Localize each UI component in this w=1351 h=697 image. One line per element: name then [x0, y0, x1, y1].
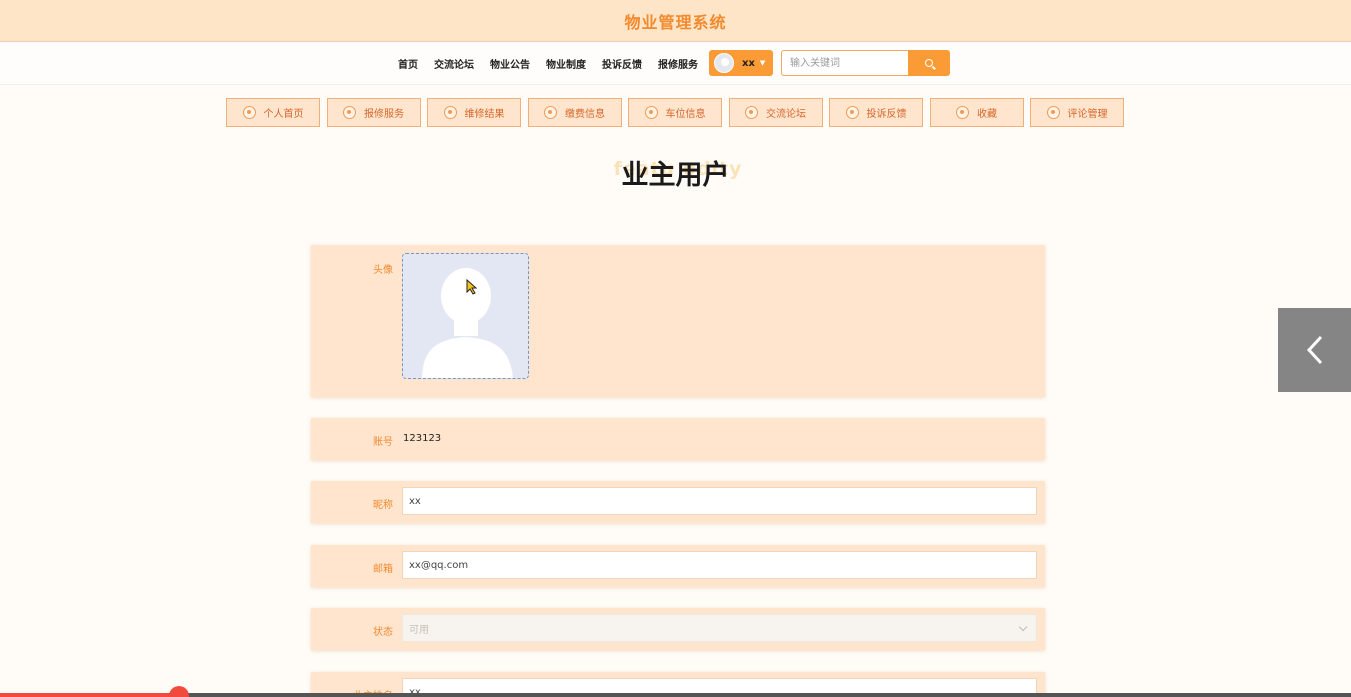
circle-badge-icon: [644, 106, 658, 119]
subnav-label: 报修服务: [364, 109, 404, 120]
nav-link-rules[interactable]: 物业制度: [546, 56, 586, 71]
app-title: 物业管理系统: [624, 12, 727, 32]
subnav-label: 交流论坛: [766, 109, 806, 120]
subnav-item-repair[interactable]: 报修服务: [326, 98, 421, 127]
subnav-item-repair-result[interactable]: 维修结果: [427, 98, 521, 127]
circle-badge-icon: [845, 106, 859, 119]
mouse-cursor-icon: [466, 279, 478, 295]
circle-badge-icon: [745, 106, 758, 119]
search-input[interactable]: [781, 50, 909, 76]
avatar-upload[interactable]: [402, 253, 529, 379]
circle-badge-icon: [443, 106, 457, 119]
user-menu-button[interactable]: xx ▼: [709, 50, 773, 76]
subnav-item-complaint[interactable]: 投诉反馈: [829, 98, 923, 127]
nav-link-home[interactable]: 首页: [398, 56, 418, 71]
user-avatar-icon: [714, 53, 734, 73]
subnav-item-favorites[interactable]: 收藏: [929, 98, 1024, 127]
search-button[interactable]: [908, 50, 950, 76]
search-icon: [925, 59, 933, 67]
subnav-item-comments[interactable]: 评论管理: [1030, 98, 1124, 127]
subnav-item-parking[interactable]: 车位信息: [628, 98, 722, 127]
form-row-status: 状态 可用: [311, 608, 1045, 650]
subnav-item-profile[interactable]: 个人首页: [226, 98, 320, 127]
avatar-label: 头像: [373, 265, 393, 276]
circle-badge-icon: [343, 106, 356, 119]
nav-links: 首页 交流论坛 物业公告 物业制度 投诉反馈 报修服务: [398, 42, 714, 85]
nav-link-announcement[interactable]: 物业公告: [490, 56, 530, 71]
chevron-down-icon: [1018, 622, 1028, 632]
video-progress-handle[interactable]: [169, 686, 189, 697]
nav-link-repair[interactable]: 报修服务: [658, 56, 698, 71]
form-row-avatar: 头像: [311, 245, 1045, 397]
subnav-label: 收藏: [977, 109, 997, 120]
video-progress-fill: [0, 693, 178, 697]
caret-down-icon: ▼: [759, 59, 766, 67]
app-header: 物业管理系统: [0, 0, 1351, 42]
side-panel-toggle[interactable]: [1278, 308, 1351, 392]
form-row-email: 邮箱: [311, 545, 1045, 587]
default-avatar-icon: [422, 268, 513, 378]
nav-link-forum[interactable]: 交流论坛: [434, 56, 474, 71]
top-nav: 首页 交流论坛 物业公告 物业制度 投诉反馈 报修服务 xx ▼: [0, 42, 1351, 85]
sub-nav: 个人首页 报修服务 维修结果 缴费信息 车位信息 交流论坛 投诉反馈 收藏 评论…: [226, 98, 1131, 127]
subnav-item-payment[interactable]: 缴费信息: [527, 98, 622, 127]
nickname-field[interactable]: [402, 487, 1037, 515]
nickname-label: 昵称: [373, 500, 393, 511]
status-label: 状态: [373, 627, 393, 638]
circle-badge-icon: [1046, 106, 1060, 119]
chevron-left-icon: [1306, 335, 1322, 365]
subnav-label: 车位信息: [665, 109, 706, 120]
form-row-account: 账号 123123: [311, 418, 1045, 460]
user-name: xx: [742, 57, 755, 69]
email-field[interactable]: [402, 551, 1037, 579]
form-row-nickname: 昵称: [311, 481, 1045, 523]
video-progress-track[interactable]: [0, 693, 1351, 697]
nav-link-complaint[interactable]: 投诉反馈: [602, 56, 642, 71]
account-label: 账号: [373, 437, 393, 448]
circle-badge-icon: [242, 106, 256, 119]
page-title: 业主用户: [621, 160, 730, 191]
subnav-label: 个人首页: [263, 109, 304, 120]
email-label: 邮箱: [373, 564, 393, 575]
account-value: 123123: [403, 433, 442, 444]
circle-badge-icon: [544, 106, 557, 119]
subnav-label: 评论管理: [1067, 109, 1108, 120]
status-value: 可用: [409, 624, 429, 636]
status-select[interactable]: 可用: [402, 614, 1037, 642]
subnav-label: 维修结果: [464, 109, 505, 120]
subnav-label: 投诉反馈: [866, 109, 907, 120]
subnav-item-forum[interactable]: 交流论坛: [728, 98, 823, 127]
circle-badge-icon: [956, 106, 969, 119]
subnav-label: 缴费信息: [565, 109, 605, 120]
